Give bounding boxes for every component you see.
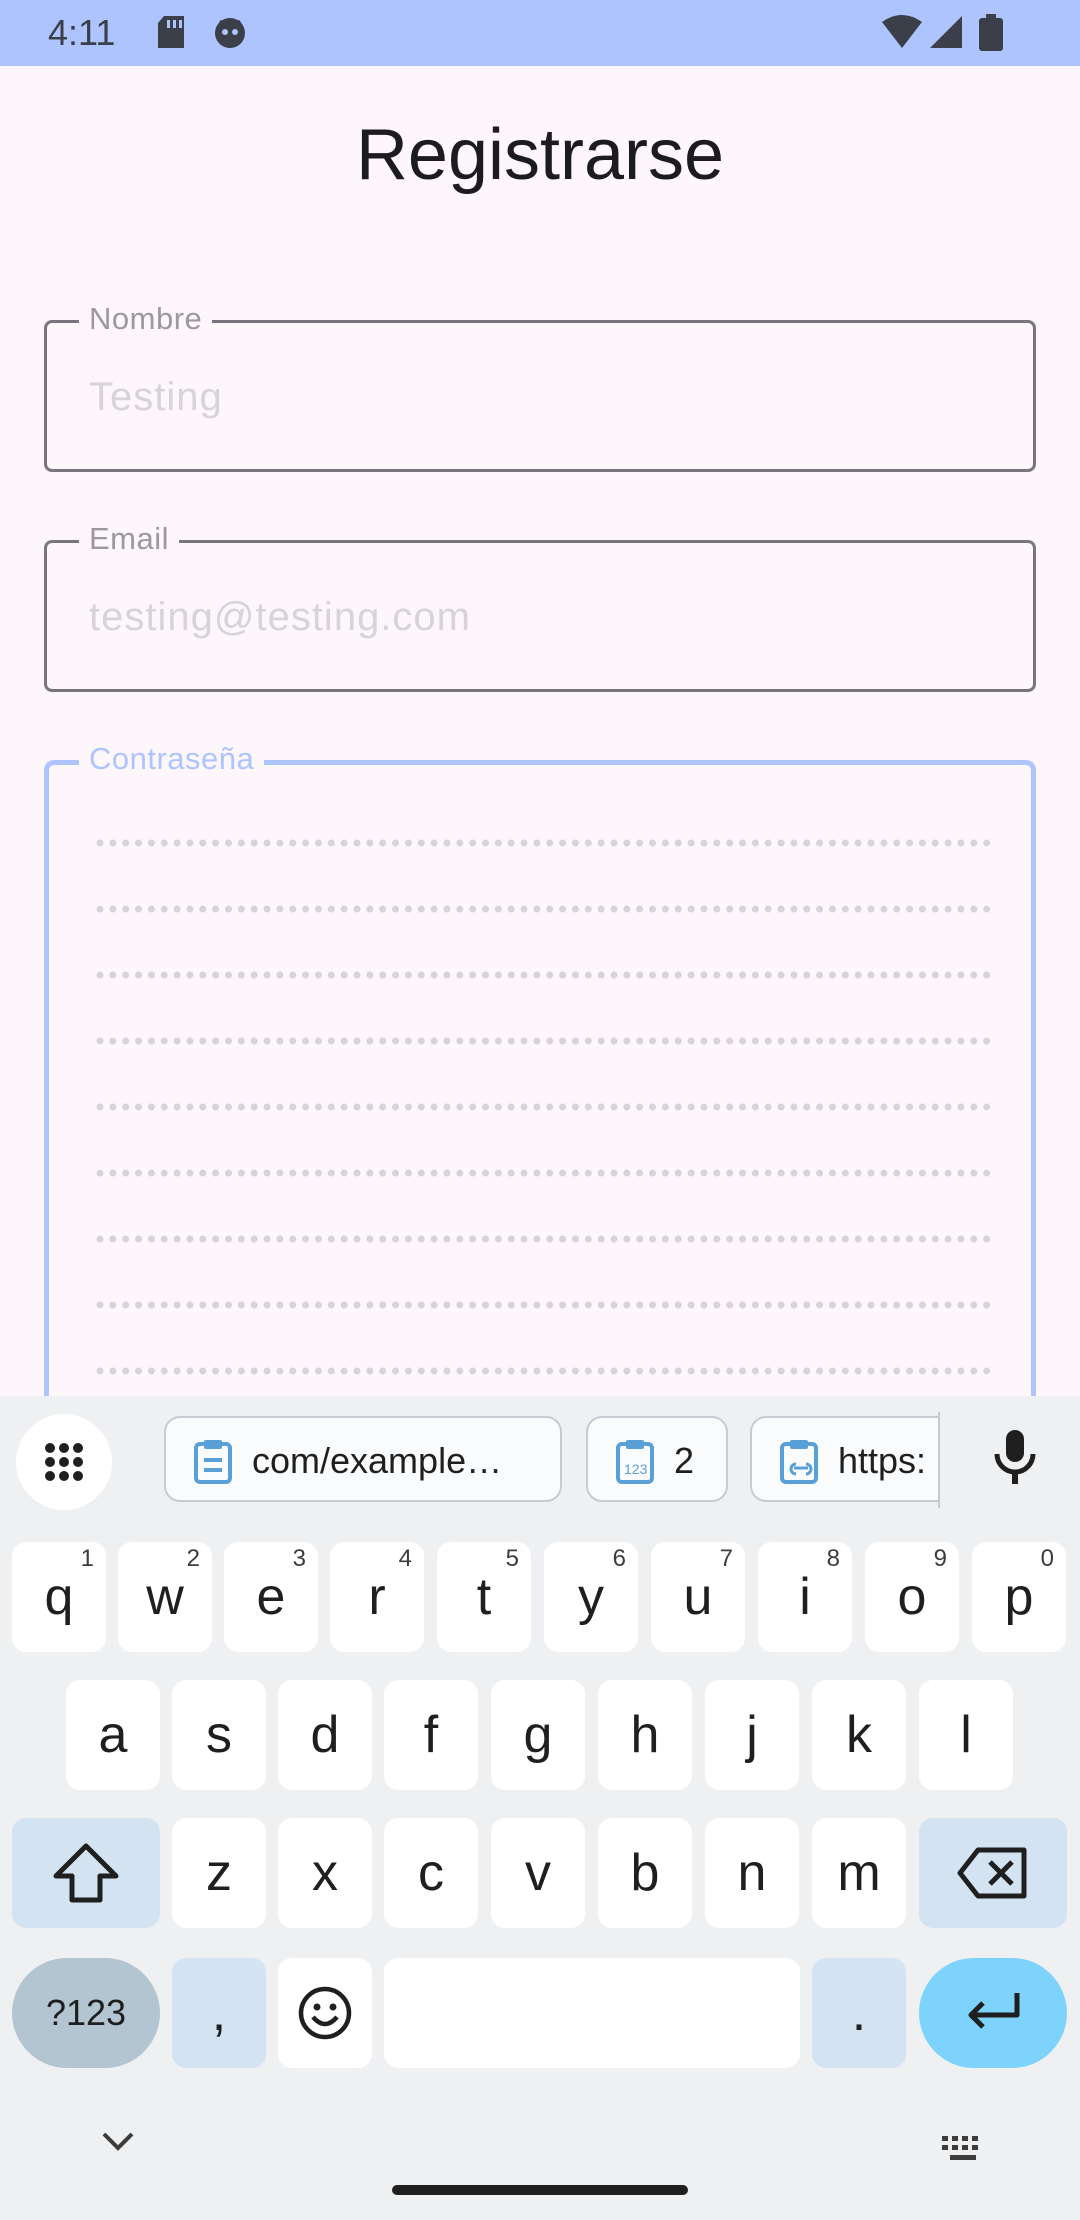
- wifi-icon: [882, 15, 922, 48]
- status-time: 4:11: [48, 12, 116, 53]
- soft-keyboard: com/example… 123 2 https: q1 w2 e3 r4 t5…: [0, 1396, 1080, 2220]
- key-label: u: [683, 1568, 713, 1626]
- shift-key[interactable]: [12, 1818, 160, 1928]
- clipboard-chip[interactable]: https:: [750, 1416, 940, 1502]
- backspace-key[interactable]: [919, 1818, 1067, 1928]
- clipboard-number-icon: 123: [616, 1440, 654, 1484]
- clipboard-chip-text: 2: [674, 1440, 695, 1481]
- key-label: i: [799, 1568, 811, 1626]
- hide-keyboard-chevron-icon[interactable]: [100, 2130, 136, 2154]
- key-p[interactable]: p0: [972, 1542, 1066, 1652]
- key-y[interactable]: y6: [544, 1542, 638, 1652]
- key-a[interactable]: a: [66, 1680, 160, 1790]
- key-q[interactable]: q1: [12, 1542, 106, 1652]
- clipboard-chip-text: https:: [838, 1440, 927, 1481]
- apps-grid-icon: [45, 1443, 83, 1481]
- svg-text:123: 123: [624, 1461, 648, 1477]
- key-f[interactable]: f: [384, 1680, 478, 1790]
- key-w[interactable]: w2: [118, 1542, 212, 1652]
- divider: [938, 1412, 940, 1508]
- key-z[interactable]: z: [172, 1818, 266, 1928]
- key-g[interactable]: g: [491, 1680, 585, 1790]
- clipboard-chip[interactable]: com/example…: [164, 1416, 562, 1502]
- key-c[interactable]: c: [384, 1818, 478, 1928]
- key-u[interactable]: u7: [651, 1542, 745, 1652]
- key-label: w: [146, 1568, 184, 1626]
- name-field-label: Nombre: [79, 301, 213, 337]
- key-hint: 1: [80, 1545, 94, 1572]
- key-hint: 7: [719, 1545, 733, 1572]
- key-hint: 2: [186, 1545, 200, 1572]
- key-label: r: [368, 1568, 386, 1626]
- key-hint: 9: [933, 1545, 947, 1572]
- key-b[interactable]: b: [598, 1818, 692, 1928]
- key-label: q: [44, 1568, 74, 1626]
- keyboard-menu-button[interactable]: [16, 1414, 112, 1510]
- key-s[interactable]: s: [172, 1680, 266, 1790]
- cellular-signal-icon: [930, 16, 962, 48]
- shift-icon: [53, 1843, 119, 1903]
- key-x[interactable]: x: [278, 1818, 372, 1928]
- key-r[interactable]: r4: [330, 1542, 424, 1652]
- key-o[interactable]: o9: [865, 1542, 959, 1652]
- key-hint: 5: [505, 1545, 519, 1572]
- key-hint: 4: [398, 1545, 412, 1572]
- space-key[interactable]: [384, 1958, 800, 2068]
- key-label: o: [897, 1568, 927, 1626]
- key-hint: 8: [826, 1545, 840, 1572]
- emoji-key[interactable]: [278, 1958, 372, 2068]
- email-field-value[interactable]: testing@testing.com: [89, 595, 471, 640]
- android-face-icon: [215, 18, 245, 48]
- enter-key[interactable]: [919, 1958, 1067, 2068]
- microphone-icon[interactable]: [990, 1428, 1040, 1486]
- keyboard-switch-icon[interactable]: [940, 2134, 986, 2164]
- key-d[interactable]: d: [278, 1680, 372, 1790]
- emoji-icon: [298, 1986, 352, 2040]
- key-label: y: [578, 1568, 604, 1626]
- key-h[interactable]: h: [598, 1680, 692, 1790]
- clipboard-icon: [194, 1440, 232, 1484]
- key-l[interactable]: l: [919, 1680, 1013, 1790]
- key-hint: 0: [1040, 1545, 1054, 1572]
- sd-card-icon: [158, 16, 184, 48]
- key-label: t: [476, 1568, 492, 1626]
- period-key[interactable]: .: [812, 1958, 906, 2068]
- key-m[interactable]: m: [812, 1818, 906, 1928]
- page-title: Registrarse: [355, 115, 725, 195]
- comma-key[interactable]: ,: [172, 1958, 266, 2068]
- home-indicator[interactable]: [392, 2185, 688, 2195]
- key-hint: 3: [292, 1545, 306, 1572]
- name-field-value[interactable]: Testing: [89, 375, 223, 420]
- clipboard-chip-text: com/example…: [252, 1440, 503, 1481]
- email-field-label: Email: [79, 521, 180, 557]
- key-label: e: [256, 1568, 286, 1626]
- key-e[interactable]: e3: [224, 1542, 318, 1652]
- clipboard-chip[interactable]: 123 2: [586, 1416, 728, 1502]
- key-label: p: [1004, 1568, 1034, 1626]
- key-i[interactable]: i8: [758, 1542, 852, 1652]
- email-field[interactable]: Email testing@testing.com: [44, 521, 1036, 692]
- password-masked-text[interactable]: [95, 833, 991, 1427]
- status-bar: 4:11: [0, 0, 1080, 66]
- key-k[interactable]: k: [812, 1680, 906, 1790]
- backspace-icon: [957, 1847, 1027, 1899]
- key-hint: 6: [612, 1545, 626, 1572]
- key-j[interactable]: j: [705, 1680, 799, 1790]
- enter-icon: [968, 1993, 1020, 2029]
- name-field[interactable]: Nombre Testing: [44, 301, 1036, 472]
- password-field[interactable]: Contraseña: [44, 741, 1036, 1396]
- key-n[interactable]: n: [705, 1818, 799, 1928]
- clipboard-link-icon: [780, 1440, 818, 1484]
- battery-icon: [979, 14, 1003, 51]
- key-v[interactable]: v: [491, 1818, 585, 1928]
- key-t[interactable]: t5: [437, 1542, 531, 1652]
- symbols-key[interactable]: ?123: [12, 1958, 160, 2068]
- password-field-label: Contraseña: [79, 741, 265, 777]
